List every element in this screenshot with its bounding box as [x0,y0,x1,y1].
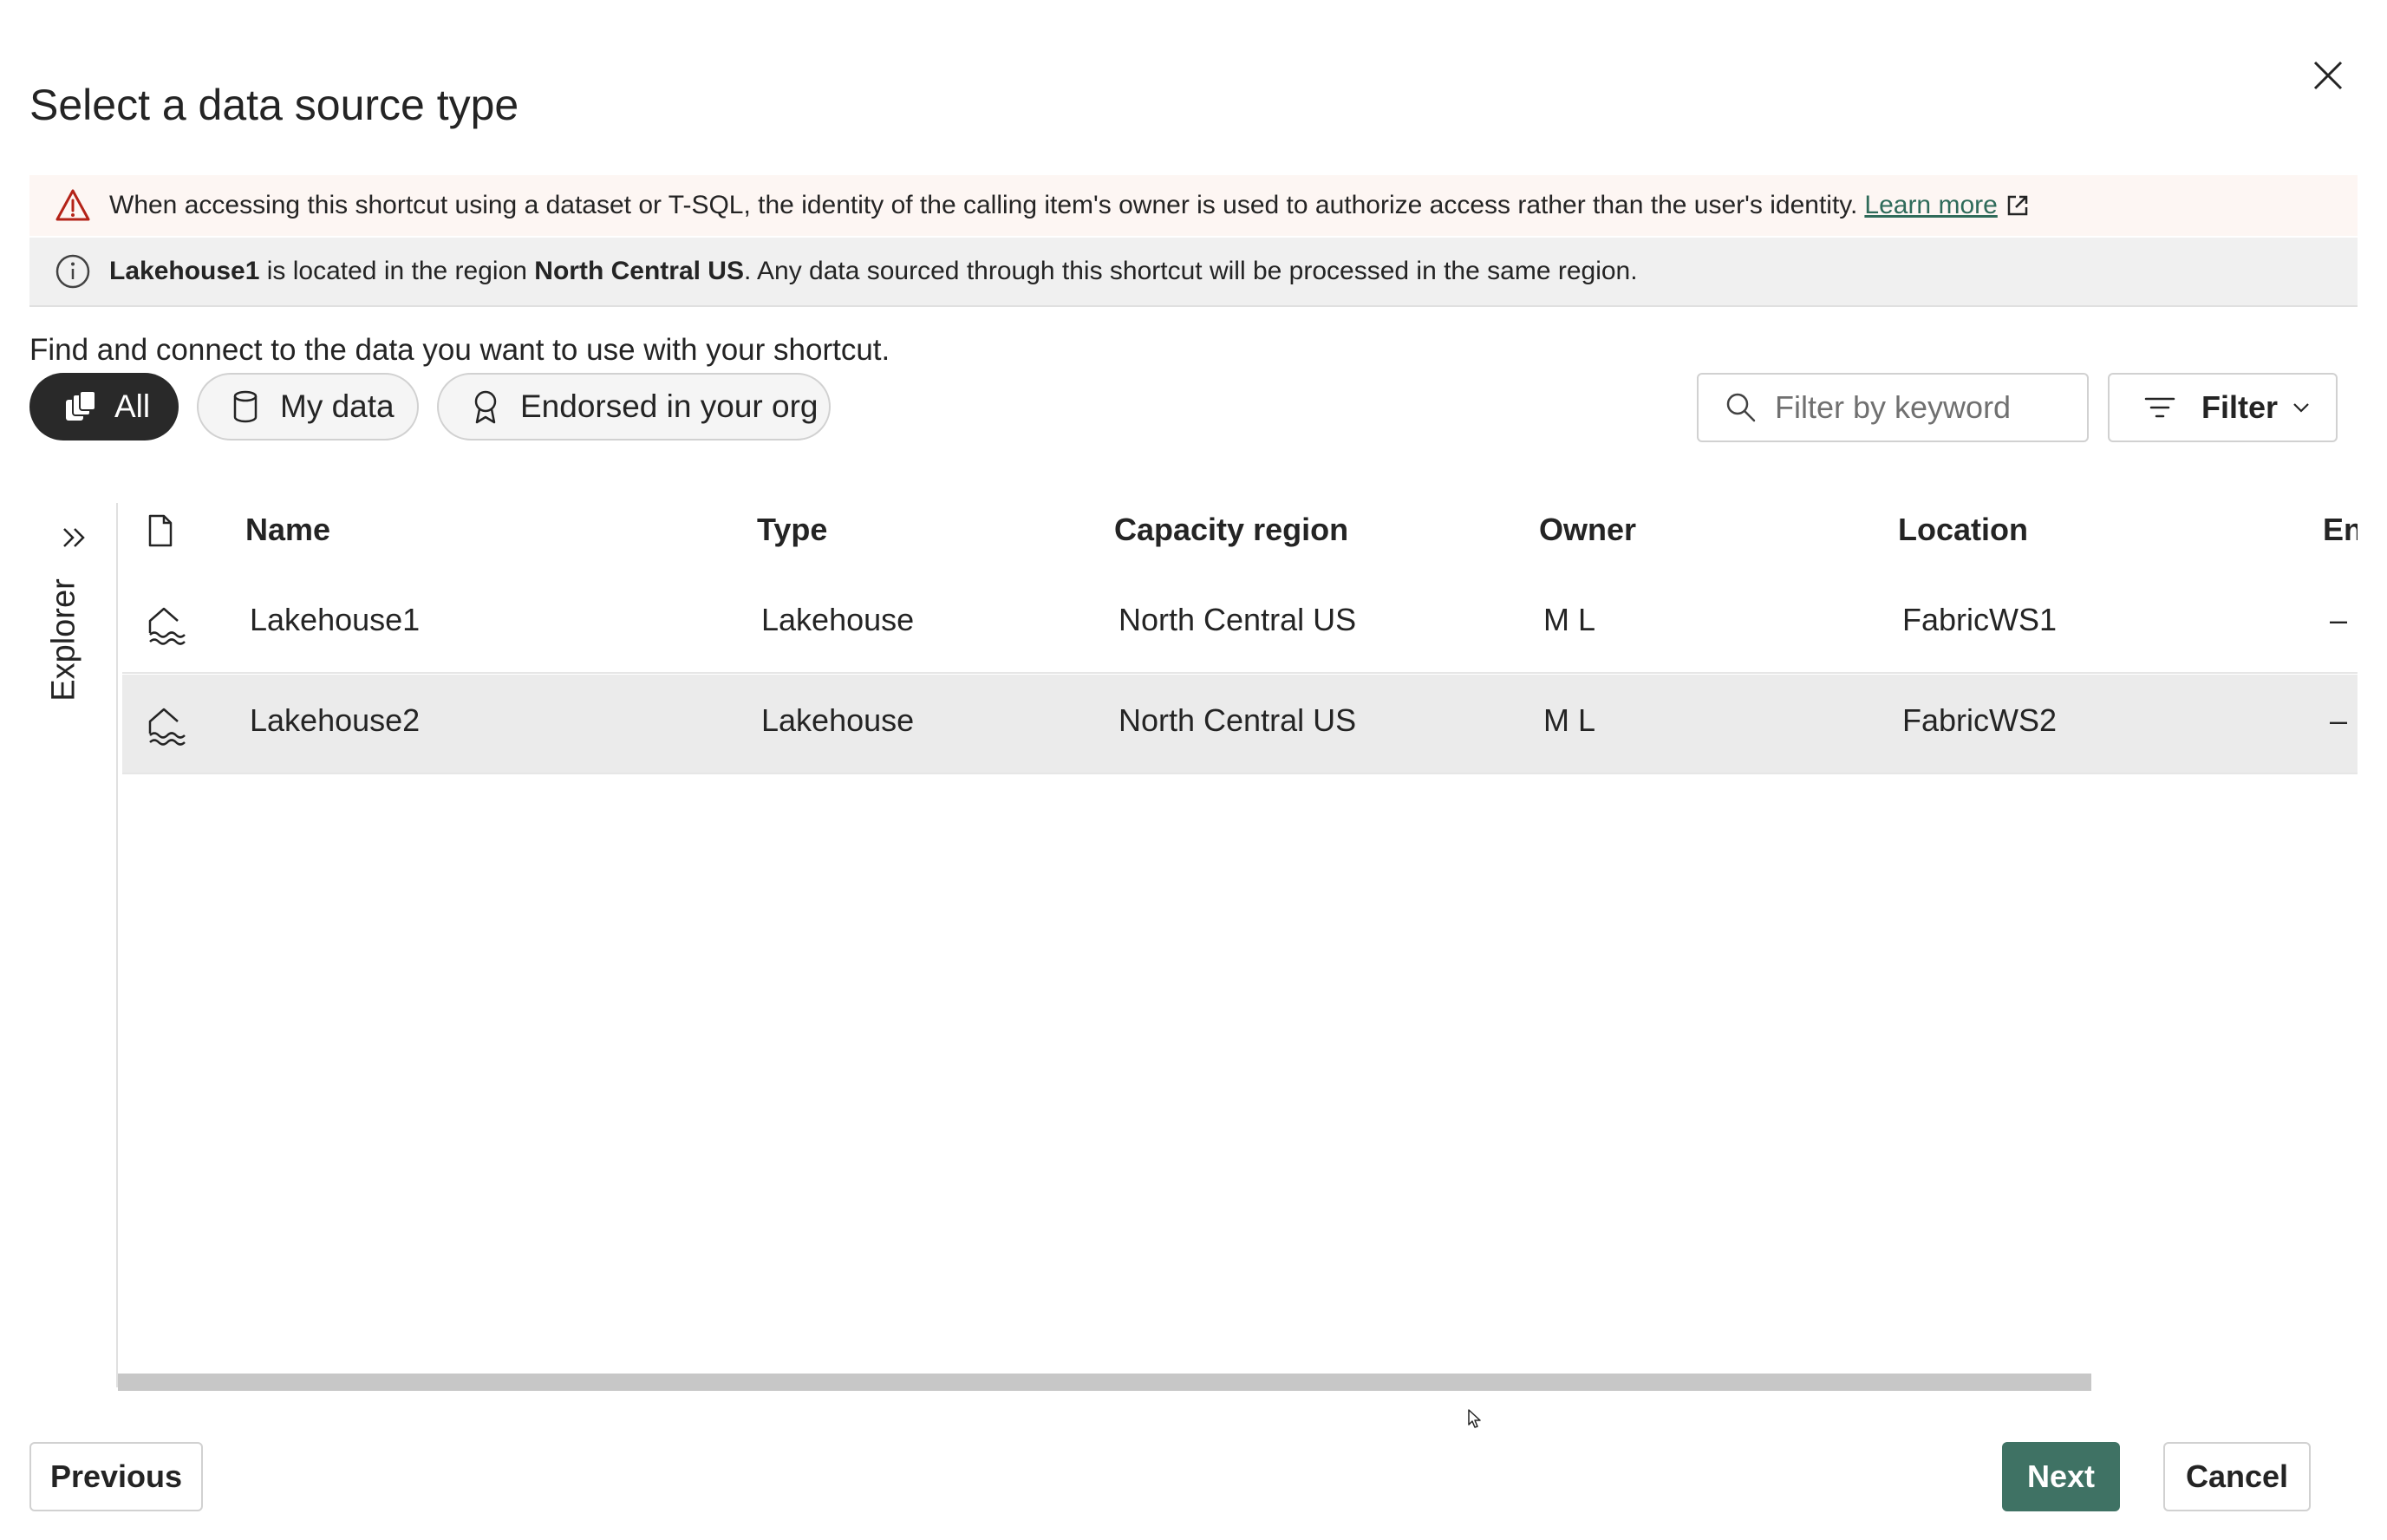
table-header: Name Type Capacity region Owner Location… [122,494,2358,572]
cell-name: Lakehouse2 [250,702,421,738]
pill-endorsed[interactable]: Endorsed in your org [437,373,831,440]
search-input[interactable] [1773,388,2071,427]
pill-all[interactable]: All [29,373,179,440]
table-row[interactable]: Lakehouse1 Lakehouse North Central US M … [122,574,2358,674]
warning-icon [55,189,90,221]
info-region: North Central US [534,257,744,285]
info-banner: Lakehouse1 is located in the region Nort… [29,238,2358,307]
chevron-down-icon [2293,403,2309,413]
cell-endorsement: – [2330,702,2348,738]
learn-more-link[interactable]: Learn more [1864,191,1997,220]
next-button[interactable]: Next [2002,1442,2120,1511]
column-header-owner[interactable]: Owner [1539,512,1636,548]
info-icon [55,254,90,289]
horizontal-scrollbar[interactable] [118,1374,2091,1391]
double-chevron-right-icon[interactable] [57,520,92,555]
warning-text: When accessing this shortcut using a dat… [109,191,1858,219]
cell-capacity-region: North Central US [1118,702,1357,738]
info-text-2: . Any data sourced through this shortcut… [743,257,1638,285]
cell-location: FabricWS2 [1902,702,2058,738]
lakehouse-icon [148,607,186,645]
filter-label: Filter [2201,389,2279,425]
explorer-label[interactable]: Explorer [46,578,83,701]
document-icon [148,514,173,547]
column-header-endorsement[interactable]: Enc [2323,512,2358,548]
column-header-capacity-region[interactable]: Capacity region [1114,512,1348,548]
filter-icon [2144,397,2175,418]
previous-button[interactable]: Previous [29,1442,203,1511]
info-text-1: is located in the region [259,257,535,285]
pill-all-label: All [114,388,151,424]
cell-type: Lakehouse [761,602,915,637]
database-icon [233,390,258,423]
explorer-divider [116,503,118,1387]
cell-owner: M L [1543,702,1596,738]
table-row[interactable]: Lakehouse2 Lakehouse North Central US M … [122,675,2358,774]
cell-location: FabricWS1 [1902,602,2058,637]
data-table: Name Type Capacity region Owner Location… [122,494,2358,1379]
pill-my-data-label: My data [280,388,395,424]
cell-type: Lakehouse [761,702,915,738]
cell-name: Lakehouse1 [250,602,421,637]
search-box[interactable] [1697,373,2089,442]
mouse-cursor-icon [1468,1409,1481,1428]
lakehouse-icon [148,708,186,746]
badge-icon [474,390,497,424]
warning-banner: When accessing this shortcut using a dat… [29,175,2358,236]
column-header-location[interactable]: Location [1898,512,2028,548]
column-header-name[interactable]: Name [245,512,330,548]
all-items-icon [66,390,96,421]
close-icon[interactable] [2306,54,2350,97]
filter-button[interactable]: Filter [2108,373,2338,442]
cell-capacity-region: North Central US [1118,602,1357,637]
search-icon [1726,393,1756,422]
cell-owner: M L [1543,602,1596,637]
external-link-icon[interactable] [2005,192,2031,219]
instructions-text: Find and connect to the data you want to… [29,333,890,367]
pill-my-data[interactable]: My data [197,373,419,440]
column-header-type[interactable]: Type [757,512,827,548]
dialog-title: Select a data source type [29,81,519,129]
pill-endorsed-label: Endorsed in your org [520,388,818,424]
info-item-name: Lakehouse1 [109,257,260,285]
cancel-button[interactable]: Cancel [2163,1442,2311,1511]
cell-endorsement: – [2330,602,2348,637]
